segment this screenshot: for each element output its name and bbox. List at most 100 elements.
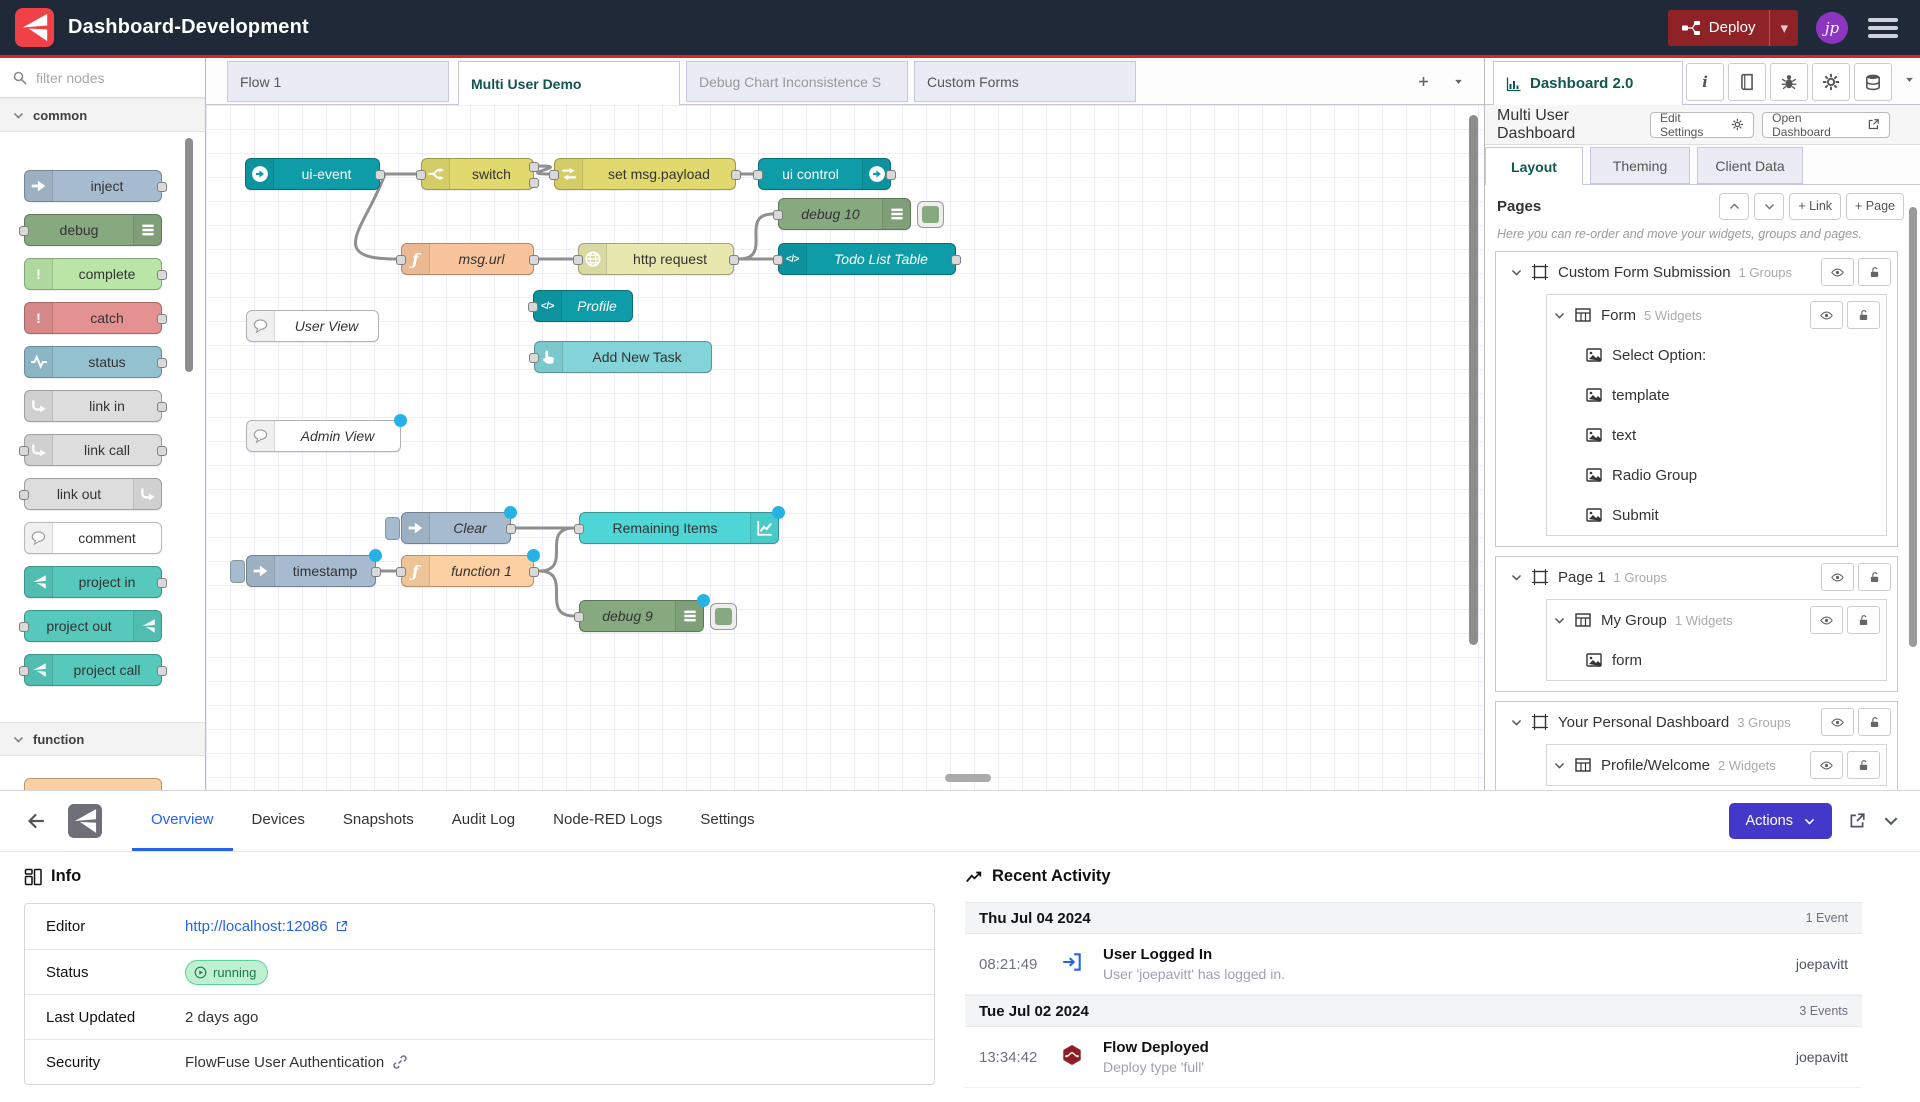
node-port-in[interactable] [19, 622, 29, 632]
flow-wire[interactable] [539, 528, 574, 571]
flow-node-msg-url[interactable]: ƒmsg.url [401, 243, 534, 275]
node-port-in[interactable] [19, 490, 29, 500]
flow-node-profile[interactable]: </>Profile [533, 290, 633, 322]
flow-node-function-1[interactable]: ƒfunction 1 [401, 555, 534, 587]
visibility-button[interactable] [1821, 708, 1854, 736]
palette-node-inject[interactable]: inject [24, 170, 162, 202]
activity-event[interactable]: 08:21:49User Logged InUser 'joepavitt' h… [965, 934, 1862, 995]
flow-node-remaining-items[interactable]: Remaining Items [579, 512, 779, 544]
canvas-vertical-scrollbar[interactable] [1469, 115, 1478, 645]
debug-toggle-button[interactable] [917, 201, 944, 228]
node-port-in[interactable] [19, 666, 29, 676]
flow-node-todo-list-table[interactable]: </>Todo List Table [778, 243, 956, 275]
palette-scrollbar[interactable] [185, 138, 193, 372]
node-port-out[interactable] [157, 358, 167, 368]
node-port-out[interactable] [157, 578, 167, 588]
edit-settings-button[interactable]: Edit Settings [1650, 112, 1754, 138]
deploy-options-button[interactable]: ▾ [1769, 10, 1798, 46]
palette-node-comment[interactable]: comment [24, 522, 162, 554]
chevron-down-icon[interactable] [1510, 571, 1523, 584]
open-editor-icon[interactable] [1848, 812, 1866, 830]
sidebar-tool-gear[interactable] [1812, 63, 1850, 101]
tab-audit-log[interactable]: Audit Log [433, 791, 534, 851]
flow-node-debug-10[interactable]: debug 10 [778, 198, 911, 230]
node-port-out[interactable] [157, 270, 167, 280]
chevron-down-icon[interactable] [1510, 266, 1523, 279]
unlock-button[interactable] [1858, 708, 1891, 736]
tab-dashboard-2[interactable]: Dashboard 2.0 [1493, 61, 1683, 105]
group-row[interactable]: Profile/Welcome2 Widgets [1547, 745, 1886, 785]
tab-devices[interactable]: Devices [233, 791, 324, 851]
node-port-out[interactable] [529, 255, 539, 265]
node-port-in[interactable] [574, 524, 584, 534]
visibility-button[interactable] [1810, 301, 1843, 329]
widget-row[interactable]: text [1547, 415, 1886, 455]
palette-node-debug[interactable]: debug [24, 214, 162, 246]
node-port-out[interactable] [157, 402, 167, 412]
page-row[interactable]: Your Personal Dashboard3 Groups [1496, 702, 1897, 742]
node-port-in[interactable] [773, 255, 783, 265]
flow-tab-custom-forms[interactable]: Custom Forms [914, 61, 1136, 102]
tab-client-data[interactable]: Client Data [1697, 147, 1803, 184]
collapse-panel-icon[interactable] [1882, 812, 1900, 830]
flow-node-set-msg-payload[interactable]: set msg.payload [554, 158, 736, 190]
node-port-out[interactable] [951, 255, 961, 265]
sidebar-tool-db[interactable] [1854, 63, 1892, 101]
node-port-out[interactable] [375, 170, 385, 180]
flow-tab-multi-user-demo[interactable]: Multi User Demo [458, 61, 680, 105]
flow-tab-debug-chart-inconsistence-s[interactable]: Debug Chart Inconsistence S [686, 61, 908, 102]
node-port-in[interactable] [416, 170, 426, 180]
filter-nodes-input[interactable] [36, 70, 176, 86]
editor-link[interactable]: http://localhost:12086 [185, 918, 348, 935]
expand-all-button[interactable] [1754, 193, 1784, 220]
node-port-in[interactable] [574, 612, 584, 622]
tab-snapshots[interactable]: Snapshots [324, 791, 433, 851]
inject-button[interactable] [385, 517, 400, 540]
add-flow-button[interactable] [1409, 67, 1437, 95]
sidebar-menu-caret[interactable] [1903, 73, 1916, 86]
tab-settings[interactable]: Settings [681, 791, 773, 851]
group-row[interactable]: Form5 Widgets [1547, 295, 1886, 335]
flow-node-switch[interactable]: switch [421, 158, 534, 190]
visibility-button[interactable] [1810, 751, 1843, 779]
node-port-in[interactable] [528, 302, 538, 312]
node-port-out[interactable] [157, 666, 167, 676]
sidebar-tool-info[interactable]: i [1686, 63, 1724, 101]
page-row[interactable]: Custom Form Submission1 Groups [1496, 252, 1897, 292]
actions-button[interactable]: Actions [1729, 803, 1832, 839]
node-port-in[interactable] [396, 255, 406, 265]
deploy-button[interactable]: Deploy ▾ [1668, 10, 1798, 46]
inject-button[interactable] [230, 560, 245, 583]
chevron-down-icon[interactable] [1553, 759, 1566, 772]
node-port-out-1[interactable] [529, 178, 539, 188]
visibility-button[interactable] [1821, 563, 1854, 591]
sidebar-tool-book[interactable] [1728, 63, 1766, 101]
flow-node-clear[interactable]: Clear [401, 512, 511, 544]
tab-overview[interactable]: Overview [132, 791, 233, 851]
unlock-button[interactable] [1847, 606, 1880, 634]
page-row[interactable]: Page 11 Groups [1496, 557, 1897, 597]
widget-row[interactable]: Select Option: [1547, 335, 1886, 375]
tab-node-red-logs[interactable]: Node-RED Logs [534, 791, 681, 851]
node-port-out[interactable] [157, 182, 167, 192]
flow-list-button[interactable] [1444, 67, 1472, 95]
chevron-down-icon[interactable] [1510, 716, 1523, 729]
palette-node-project-out[interactable]: project out [24, 610, 162, 642]
node-port-out[interactable] [157, 314, 167, 324]
tab-theming[interactable]: Theming [1590, 147, 1690, 184]
palette-node-link-call[interactable]: link call [24, 434, 162, 466]
palette-node-complete[interactable]: !complete [24, 258, 162, 290]
palette-category-function[interactable]: function [0, 722, 205, 756]
node-port-in[interactable] [549, 170, 559, 180]
unlock-button[interactable] [1847, 751, 1880, 779]
palette-node-link-in[interactable]: link in [24, 390, 162, 422]
flow-node-debug-9[interactable]: debug 9 [579, 600, 704, 632]
widget-row[interactable]: Radio Group [1547, 455, 1886, 495]
chevron-down-icon[interactable] [1553, 309, 1566, 322]
flow-wire[interactable] [539, 571, 574, 616]
activity-event[interactable]: 13:34:42Flow DeployedDeploy type 'full'j… [965, 1027, 1862, 1088]
unlock-button[interactable] [1858, 563, 1891, 591]
node-port-in[interactable] [19, 226, 29, 236]
node-port-out[interactable] [886, 170, 896, 180]
node-port-out[interactable] [731, 170, 741, 180]
